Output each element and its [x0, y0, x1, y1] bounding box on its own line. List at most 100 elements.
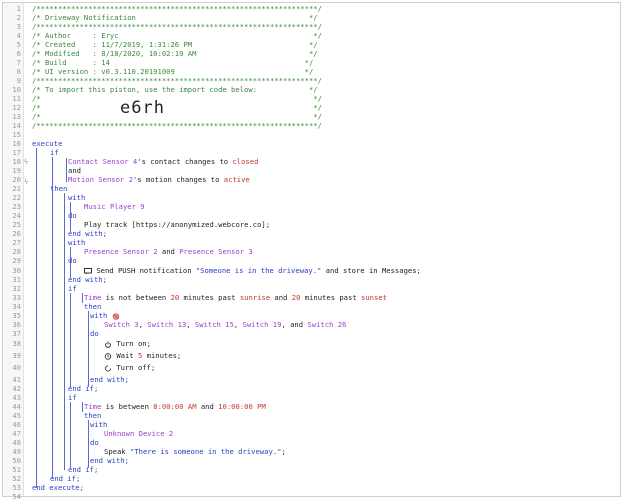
header-border: /***************************************… [32, 22, 322, 31]
statement-wait[interactable]: Wait 5 minutes; [104, 351, 181, 360]
condition-text: and [270, 293, 292, 302]
line-number: 27 [12, 238, 21, 247]
import-code[interactable]: e6rh [120, 98, 165, 118]
line-number: 17 [12, 148, 21, 157]
with-keyword: with [90, 420, 108, 429]
with-disabled[interactable]: with [90, 311, 120, 320]
header-author: /* Author : Eryc */ [32, 31, 322, 40]
block-line-with [88, 420, 89, 468]
push-text: Send PUSH notification [96, 266, 196, 275]
device-list-switches[interactable]: Switch 3, Switch 13, Switch 15, Switch 1… [104, 320, 346, 329]
condition-text: 's motion changes to [132, 175, 224, 184]
line-number: 52 [12, 474, 21, 483]
block-line-if [70, 402, 71, 468]
and-text: and [157, 247, 180, 256]
header-blank: /* */ [32, 112, 322, 121]
line-number: 14 [12, 121, 21, 130]
header-import-line: /* To import this piston, use the import… [32, 85, 318, 94]
block-line-conditions [66, 158, 67, 182]
condition-text: minutes past [300, 293, 361, 302]
header-build: /* Build : 14 */ [32, 58, 314, 67]
device-presence-2: Presence Sensor 2 [84, 247, 158, 256]
disabled-icon [112, 312, 120, 320]
line-number: 40 [12, 363, 21, 372]
device-unknown-2[interactable]: Unknown Device 2 [104, 429, 173, 438]
line-number: 38 [12, 339, 21, 348]
value-sunrise: sunrise [239, 293, 271, 302]
do-keyword: do [90, 438, 99, 447]
push-post-text: and store in Messages; [321, 266, 421, 275]
line-number: 34 [12, 302, 21, 311]
line-number: 43 [12, 393, 21, 402]
device-switch-15: Switch 15 [194, 320, 234, 329]
line-number: 46 [12, 420, 21, 429]
line-number: 26 [12, 229, 21, 238]
header-blank: /* */ [32, 103, 322, 112]
line-number: 54 [12, 492, 21, 501]
trigger-mark-column: ϟ ϟ [23, 3, 31, 496]
with-keyword: with [68, 193, 86, 202]
condition-text: is not between [101, 293, 171, 302]
end-with-keyword: end with; [90, 375, 129, 384]
block-line-with [70, 202, 71, 232]
line-number: 16 [12, 139, 21, 148]
play-track-text: Play track [https://anonymized.webcore.c… [84, 220, 271, 229]
line-number: 2 [16, 13, 21, 22]
speak-message: "There is someone in the driveway." [129, 447, 282, 456]
line-number: 22 [12, 193, 21, 202]
power-icon [104, 341, 112, 348]
line-number: 4 [16, 31, 21, 40]
block-line-condition [82, 402, 83, 412]
condition-contact[interactable]: Contact Sensor 4's contact changes to cl… [68, 157, 258, 166]
condition-text: is between [101, 402, 154, 411]
value-sunset: sunset [361, 293, 387, 302]
header-modified: /* Modified : 8/18/2020, 10:02:19 AM */ [32, 49, 318, 58]
piston-code-viewer: 1 2 3 4 5 6 7 8 9 10 11 12 13 14 15 16 17 18 19 20 21 22 23 24 2… [2, 2, 621, 501]
header-title: /* Driveway Notification */ [32, 13, 318, 22]
condition-time-not-between[interactable]: Time is not between 20 minutes past sunr… [84, 293, 387, 302]
line-number: 50 [12, 456, 21, 465]
line-number: 35 [12, 311, 21, 320]
line-number: 23 [12, 202, 21, 211]
block-line-then [64, 193, 65, 470]
device-presence-3: Presence Sensor 3 [179, 247, 253, 256]
line-number: 9 [16, 76, 21, 85]
statement-turn-off[interactable]: Turn off; [104, 363, 155, 372]
push-message: "Someone is in the driveway." [195, 266, 322, 275]
device-switch-13: Switch 13 [147, 320, 187, 329]
if-keyword: if [68, 393, 77, 402]
turn-on-text: Turn on; [116, 339, 151, 348]
time-keyword: Time [84, 402, 102, 411]
statement-send-push[interactable]: Send PUSH notification "Someone is in th… [84, 266, 421, 275]
condition-motion[interactable]: Motion Sensor 2's motion changes to acti… [68, 175, 250, 184]
end-if-keyword: end if; [50, 474, 81, 483]
line-number: 37 [12, 329, 21, 338]
end-execute-keyword: end execute; [32, 483, 84, 492]
value-20: 20 [170, 293, 180, 302]
turn-off-text: Turn off; [116, 363, 156, 372]
line-number: 51 [12, 465, 21, 474]
line-number: 8 [16, 67, 21, 76]
wait-text: Wait [116, 351, 138, 360]
line-number: 33 [12, 293, 21, 302]
device-switch-26: Switch 26 [307, 320, 347, 329]
value-8am: 8:00:00 AM [153, 402, 197, 411]
line-number: 13 [12, 112, 21, 121]
trigger-bolt-icon: ϟ [24, 178, 29, 186]
with-keyword: with [68, 238, 86, 247]
comma: , [233, 320, 243, 329]
statement-speak[interactable]: Speak "There is someone in the driveway.… [104, 447, 286, 456]
device-list-presence[interactable]: Presence Sensor 2 and Presence Sensor 3 [84, 247, 253, 256]
block-line-if [52, 157, 53, 479]
header-border: /***************************************… [32, 76, 322, 85]
condition-time-between[interactable]: Time is between 8:00:00 AM and 10:00:00 … [84, 402, 266, 411]
statement-play-track[interactable]: Play track [https://anonymized.webcore.c… [84, 220, 270, 229]
value-10pm: 10:00:00 PM [218, 402, 266, 411]
time-keyword: Time [84, 293, 102, 302]
comma: , [138, 320, 148, 329]
device-music-player[interactable]: Music Player 9 [84, 202, 145, 211]
line-number: 45 [12, 411, 21, 420]
comma: , [186, 320, 195, 329]
statement-turn-on[interactable]: Turn on; [104, 339, 151, 348]
line-number: 32 [12, 284, 21, 293]
